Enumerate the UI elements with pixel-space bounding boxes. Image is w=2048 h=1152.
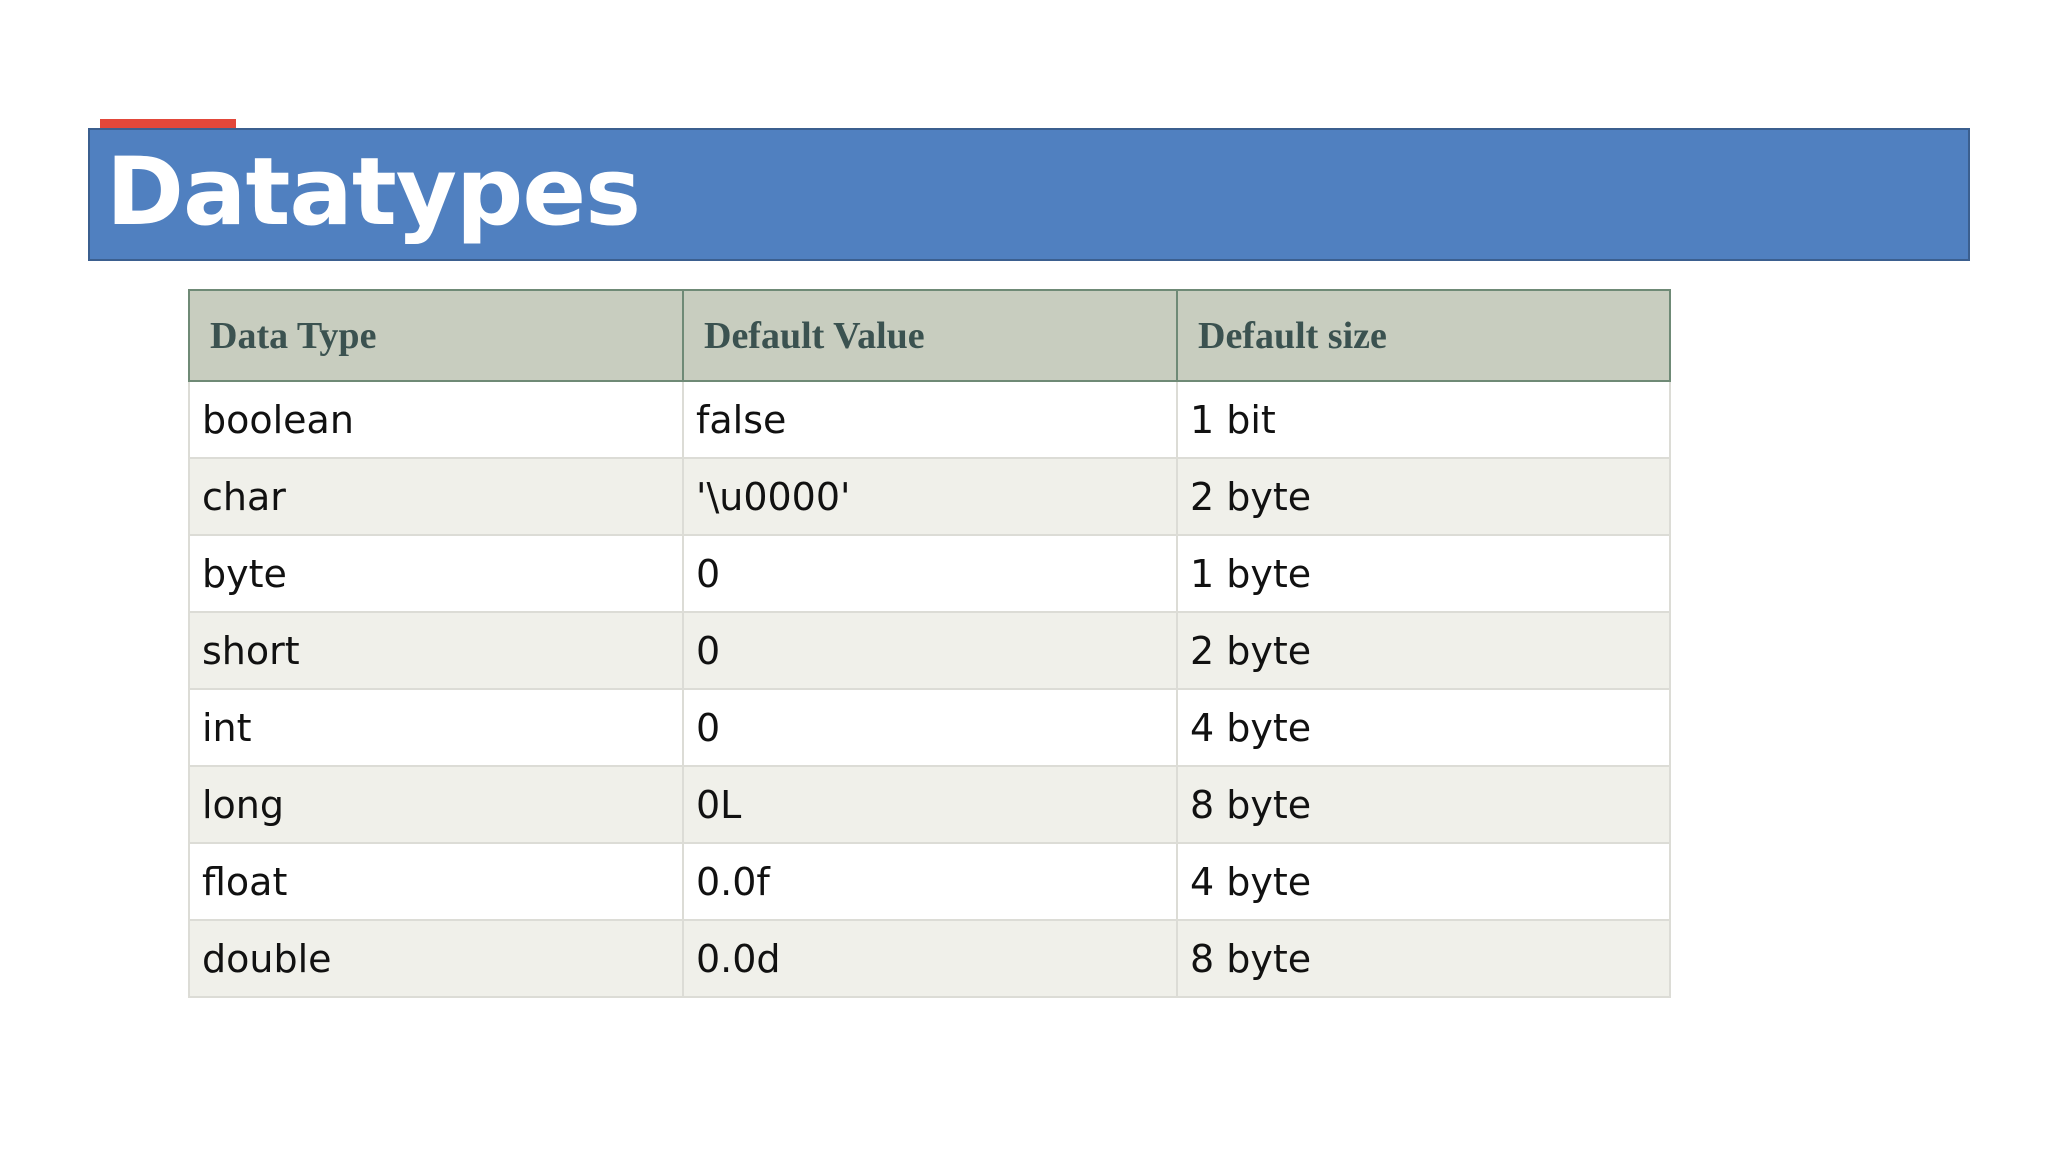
cell-data-type: boolean: [188, 380, 684, 459]
cell-default-value: 0: [682, 688, 1178, 767]
cell-default-size: 8 byte: [1176, 919, 1671, 998]
datatypes-table: Data Type Default Value Default size boo…: [188, 289, 1671, 998]
cell-data-type: float: [188, 842, 684, 921]
cell-default-size: 4 byte: [1176, 842, 1671, 921]
cell-default-size: 4 byte: [1176, 688, 1671, 767]
cell-default-value: 0L: [682, 765, 1178, 844]
page-title: Datatypes: [106, 138, 641, 247]
table-row: char '\u0000' 2 byte: [188, 457, 1671, 536]
cell-default-value: 0: [682, 534, 1178, 613]
table-row: boolean false 1 bit: [188, 380, 1671, 459]
cell-default-size: 1 bit: [1176, 380, 1671, 459]
cell-default-size: 2 byte: [1176, 457, 1671, 536]
cell-default-size: 1 byte: [1176, 534, 1671, 613]
cell-default-value: 0.0f: [682, 842, 1178, 921]
header-default-value: Default Value: [682, 289, 1178, 382]
cell-default-value: false: [682, 380, 1178, 459]
table-row: float 0.0f 4 byte: [188, 842, 1671, 921]
table-row: int 0 4 byte: [188, 688, 1671, 767]
header-default-size: Default size: [1176, 289, 1671, 382]
cell-default-value: 0: [682, 611, 1178, 690]
cell-data-type: byte: [188, 534, 684, 613]
table-header-row: Data Type Default Value Default size: [188, 289, 1671, 382]
table-row: short 0 2 byte: [188, 611, 1671, 690]
cell-data-type: short: [188, 611, 684, 690]
cell-data-type: double: [188, 919, 684, 998]
cell-data-type: int: [188, 688, 684, 767]
table-row: byte 0 1 byte: [188, 534, 1671, 613]
cell-default-size: 2 byte: [1176, 611, 1671, 690]
cell-data-type: long: [188, 765, 684, 844]
cell-data-type: char: [188, 457, 684, 536]
cell-default-value: 0.0d: [682, 919, 1178, 998]
table-row: long 0L 8 byte: [188, 765, 1671, 844]
cell-default-size: 8 byte: [1176, 765, 1671, 844]
table-row: double 0.0d 8 byte: [188, 919, 1671, 998]
title-banner: Datatypes: [88, 128, 1970, 261]
cell-default-value: '\u0000': [682, 457, 1178, 536]
header-data-type: Data Type: [188, 289, 684, 382]
